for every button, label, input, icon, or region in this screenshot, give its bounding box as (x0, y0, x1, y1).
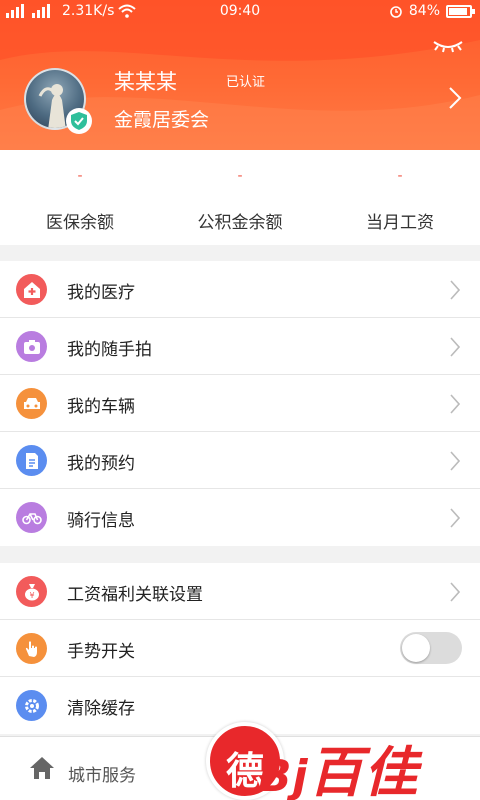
bicycle-icon (16, 502, 47, 533)
profile-header: 2.31K/s 09:40 84% 某某某 已认证 金霞居委会 (0, 0, 480, 150)
nav-city-services[interactable]: 城市服务 (68, 761, 136, 786)
profile-chevron-right-icon[interactable] (448, 86, 462, 110)
menu-item-label: 手势开关 (67, 642, 135, 662)
battery-icon (446, 4, 475, 18)
menu-item-label: 我的医疗 (67, 283, 135, 303)
menu-item-label: 骑行信息 (67, 511, 135, 531)
menu-group-services: 我的医疗 我的随手拍 我的车辆 我的预约 骑行信息 (0, 261, 480, 546)
chevron-right-icon (450, 394, 460, 414)
summary-label: 当月工资 (366, 213, 434, 233)
summary-value: - (397, 168, 403, 184)
summary-value: - (237, 168, 243, 184)
chevron-right-icon (450, 337, 460, 357)
status-bar: 2.31K/s 09:40 84% (0, 0, 480, 24)
gear-icon (16, 690, 47, 721)
menu-item-salary-benefits-settings[interactable]: ¥ 工资福利关联设置 (0, 563, 480, 620)
verified-label: 已认证 (226, 75, 266, 90)
committee-name: 金霞居委会 (114, 109, 210, 131)
camera-icon (16, 331, 47, 362)
summary-housing-fund[interactable]: - 公积金余额 (160, 150, 320, 245)
menu-item-my-snapshots[interactable]: 我的随手拍 (0, 318, 480, 375)
account-summary: - 医保余额 - 公积金余额 - 当月工资 (0, 150, 480, 245)
watermark-brand: 百佳 (308, 741, 419, 800)
chevron-right-icon (450, 508, 460, 528)
verified-shield-icon (66, 108, 92, 134)
menu-item-label: 我的随手拍 (67, 340, 152, 360)
summary-label: 公积金余额 (197, 213, 283, 233)
money-bag-icon: ¥ (16, 576, 47, 607)
menu-item-label: 工资福利关联设置 (67, 585, 203, 605)
medical-cross-icon (16, 274, 47, 305)
eye-closed-icon[interactable] (432, 36, 464, 56)
toggle-knob (402, 634, 430, 662)
document-icon (16, 445, 47, 476)
car-icon (16, 388, 47, 419)
chevron-right-icon (450, 280, 460, 300)
summary-monthly-salary[interactable]: - 当月工资 (320, 150, 480, 245)
menu-item-gesture-switch: 手势开关 (0, 620, 480, 677)
hand-icon (16, 633, 47, 664)
menu-item-label: 清除缓存 (67, 699, 135, 719)
menu-item-label: 我的预约 (67, 454, 135, 474)
menu-item-cycling-info[interactable]: 骑行信息 (0, 489, 480, 546)
summary-value: - (77, 168, 83, 184)
summary-medical-insurance[interactable]: - 医保余额 (0, 150, 160, 245)
menu-item-label: 我的车辆 (67, 397, 135, 417)
chevron-right-icon (450, 451, 460, 471)
svg-text:¥: ¥ (29, 591, 34, 600)
home-icon[interactable] (28, 755, 56, 781)
alarm-icon (390, 6, 402, 18)
gesture-toggle[interactable] (400, 632, 462, 664)
user-name: 某某某 (114, 70, 177, 94)
menu-group-settings: ¥ 工资福利关联设置 手势开关 清除缓存 (0, 563, 480, 734)
battery-fill (449, 7, 468, 15)
menu-item-my-medical[interactable]: 我的医疗 (0, 261, 480, 318)
menu-item-my-vehicles[interactable]: 我的车辆 (0, 375, 480, 432)
chevron-right-icon (450, 582, 460, 602)
menu-item-my-appointments[interactable]: 我的预约 (0, 432, 480, 489)
battery-percent: 84% (408, 3, 440, 19)
watermark-text: Bj百佳 (258, 728, 419, 800)
status-right: 84% (389, 3, 475, 19)
summary-label: 医保余额 (46, 213, 114, 233)
